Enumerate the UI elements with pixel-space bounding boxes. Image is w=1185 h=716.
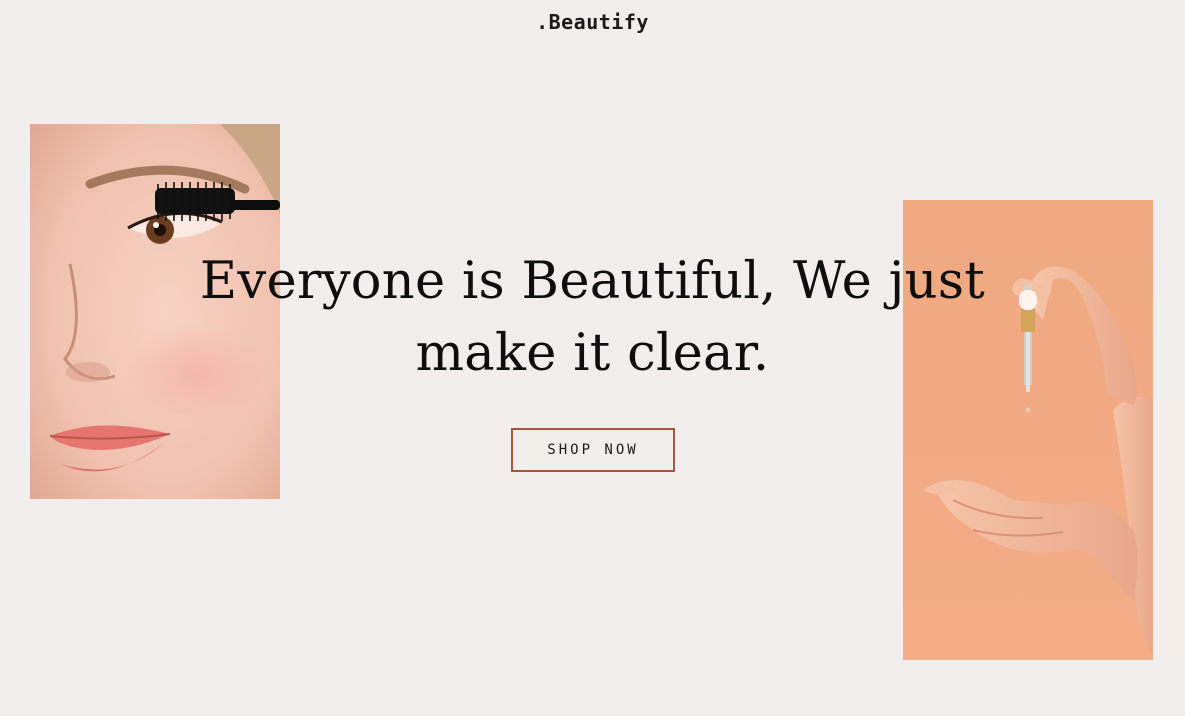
shop-now-button[interactable]: SHOP NOW [511, 428, 675, 472]
brand-logo-link[interactable]: .Beautify [0, 10, 1185, 34]
hero-headline: Everyone is Beautiful, We just make it c… [199, 252, 986, 383]
